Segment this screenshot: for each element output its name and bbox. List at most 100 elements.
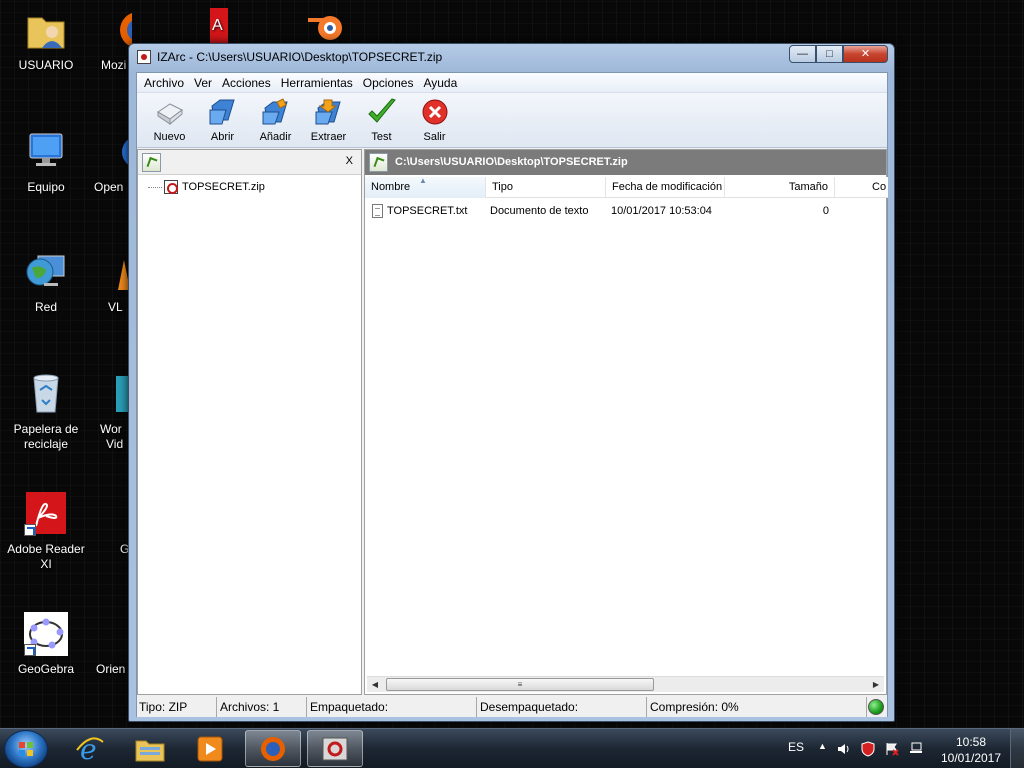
abrir-label: Abrir — [210, 131, 235, 143]
taskbar-izarc[interactable] — [307, 730, 363, 767]
status-empaquetado: Empaquetado: — [307, 697, 477, 717]
column-header-nombre[interactable]: ▲ Nombre — [365, 177, 486, 198]
desktop-icon-usuario[interactable]: USUARIO — [0, 8, 92, 73]
anadir-label: Añadir — [259, 131, 292, 143]
menu-ver[interactable]: Ver — [189, 73, 217, 93]
tree-item-archive[interactable]: TOPSECRET.zip — [148, 180, 265, 194]
up-folder-button[interactable] — [369, 153, 388, 172]
taskbar-media[interactable] — [182, 730, 238, 767]
desktop-icon-blender-partial[interactable] — [306, 8, 346, 44]
folder-tree-pane[interactable]: X TOPSECRET.zip — [137, 149, 362, 695]
new-archive-icon — [154, 97, 186, 127]
desktop-icon-open[interactable]: Open — [94, 130, 130, 195]
desktop-icon-label: Wor — [100, 422, 122, 436]
column-label: Tamaño — [788, 181, 828, 193]
extract-icon — [313, 97, 345, 127]
media-player-icon — [197, 736, 223, 761]
shortcut-arrow-icon — [24, 644, 36, 656]
menu-herramientas[interactable]: Herramientas — [276, 73, 358, 93]
checkmark-icon — [366, 97, 398, 127]
path-bar: C:\Users\USUARIO\Desktop\TOPSECRET.zip — [365, 150, 886, 175]
scroll-left-arrow-icon[interactable]: ◀ — [367, 677, 383, 693]
izarc-app-icon[interactable] — [137, 50, 151, 64]
geogebra-icon — [24, 612, 68, 656]
desktop-icon-orien[interactable]: Orien — [96, 612, 130, 677]
table-row[interactable]: TOPSECRET.txt Documento de texto 10/01/2… — [365, 202, 888, 220]
status-bar: Tipo: ZIP Archivos: 1 Empaquetado: Desem… — [137, 697, 887, 717]
desktop-icon-red[interactable]: Red — [0, 250, 92, 315]
menu-ayuda[interactable]: Ayuda — [418, 73, 462, 93]
network-globe-icon — [24, 250, 68, 294]
clock-date: 10/01/2017 — [940, 751, 1002, 765]
window-title: IZArc - C:\Users\USUARIO\Desktop\TOPSECR… — [157, 50, 443, 64]
desktop-icon-wondershare[interactable]: Wor Vid — [100, 372, 130, 452]
extraer-button[interactable]: Extraer — [302, 93, 355, 148]
minimize-icon: — — [797, 48, 808, 60]
folder-icon — [135, 740, 165, 761]
title-bar[interactable]: IZArc - C:\Users\USUARIO\Desktop\TOPSECR… — [129, 44, 894, 70]
action-center-flag-icon[interactable] — [884, 741, 900, 757]
file-list-pane[interactable]: C:\Users\USUARIO\Desktop\TOPSECRET.zip ▲… — [364, 149, 888, 695]
tree-up-folder-button[interactable] — [142, 153, 161, 172]
column-header-compresion[interactable]: Co — [835, 177, 888, 198]
cell-tipo: Documento de texto — [490, 205, 589, 217]
column-header-tipo[interactable]: Tipo — [486, 177, 606, 198]
desktop-icon-label: Equipo — [27, 180, 65, 194]
tree-item-label: TOPSECRET.zip — [182, 181, 265, 193]
volume-icon[interactable] — [836, 741, 852, 757]
tree-connector — [148, 186, 162, 188]
cell-fecha: 10/01/2017 10:53:04 — [611, 205, 712, 217]
tree-pane-header: X — [138, 150, 361, 175]
izarc-window[interactable]: IZArc - C:\Users\USUARIO\Desktop\TOPSECR… — [128, 43, 895, 722]
taskbar-explorer[interactable] — [122, 730, 178, 767]
nuevo-button[interactable]: Nuevo — [143, 93, 196, 148]
computer-icon — [24, 130, 68, 174]
language-indicator[interactable]: ES — [788, 740, 804, 754]
column-header-fecha[interactable]: Fecha de modificación — [606, 177, 725, 198]
clock[interactable]: 10:58 10/01/2017 — [936, 734, 1006, 766]
clock-time: 10:58 — [955, 735, 987, 749]
salir-button[interactable]: Salir — [408, 93, 461, 148]
network-status-icon[interactable] — [908, 741, 924, 757]
desktop-icon-label: Mozi — [101, 58, 127, 72]
horizontal-scrollbar[interactable]: ◀ ≡ ▶ — [367, 676, 884, 692]
scroll-thumb[interactable]: ≡ — [386, 678, 654, 691]
adobe-reader-icon — [24, 492, 68, 536]
taskbar-ie[interactable]: e — [62, 730, 118, 767]
desktop-icon-geogebra[interactable]: GeoGebra — [0, 612, 92, 677]
user-folder-icon — [24, 8, 68, 52]
nuevo-label: Nuevo — [153, 131, 186, 143]
anadir-button[interactable]: Añadir — [249, 93, 302, 148]
menu-bar: Archivo Ver Acciones Herramientas Opcion… — [137, 73, 887, 93]
desktop-icon-adobe-reader[interactable]: Adobe Reader XI — [0, 492, 92, 572]
internet-explorer-icon: e — [76, 734, 104, 764]
close-button[interactable]: ✕ — [843, 45, 888, 63]
tree-pane-close-button[interactable]: X — [346, 155, 353, 167]
desktop-icon-papelera[interactable]: Papelera de reciclaje — [0, 372, 92, 452]
menu-acciones[interactable]: Acciones — [217, 73, 276, 93]
show-hidden-icons-icon[interactable]: ▲ — [818, 741, 827, 751]
salir-label: Salir — [423, 131, 446, 143]
column-header-tamano[interactable]: Tamaño — [725, 177, 835, 198]
taskbar-firefox[interactable] — [245, 730, 301, 767]
open-folder-icon — [207, 97, 239, 127]
status-compresion: Compresión: 0% — [647, 697, 867, 717]
close-icon: ✕ — [860, 48, 871, 60]
start-button[interactable] — [4, 730, 48, 768]
menu-opciones[interactable]: Opciones — [358, 73, 419, 93]
minimize-button[interactable]: — — [789, 45, 816, 63]
desktop-icon-equipo[interactable]: Equipo — [0, 130, 92, 195]
desktop-icon-vlc[interactable]: VL — [108, 250, 130, 315]
show-desktop-button[interactable] — [1010, 729, 1024, 768]
zip-archive-icon — [164, 180, 178, 194]
desktop-icon-mozilla[interactable]: Mozi — [92, 8, 132, 73]
taskbar: e ES ▲ 10:58 10/01/2017 — [0, 728, 1024, 768]
desktop-icon-adobe-partial[interactable]: A — [208, 8, 228, 44]
desktop-icon-label: USUARIO — [18, 58, 74, 72]
test-button[interactable]: Test — [355, 93, 408, 148]
antivirus-shield-icon[interactable] — [860, 741, 876, 757]
abrir-button[interactable]: Abrir — [196, 93, 249, 148]
menu-archivo[interactable]: Archivo — [139, 73, 189, 93]
maximize-button[interactable]: □ — [816, 45, 843, 63]
scroll-right-arrow-icon[interactable]: ▶ — [868, 677, 884, 693]
